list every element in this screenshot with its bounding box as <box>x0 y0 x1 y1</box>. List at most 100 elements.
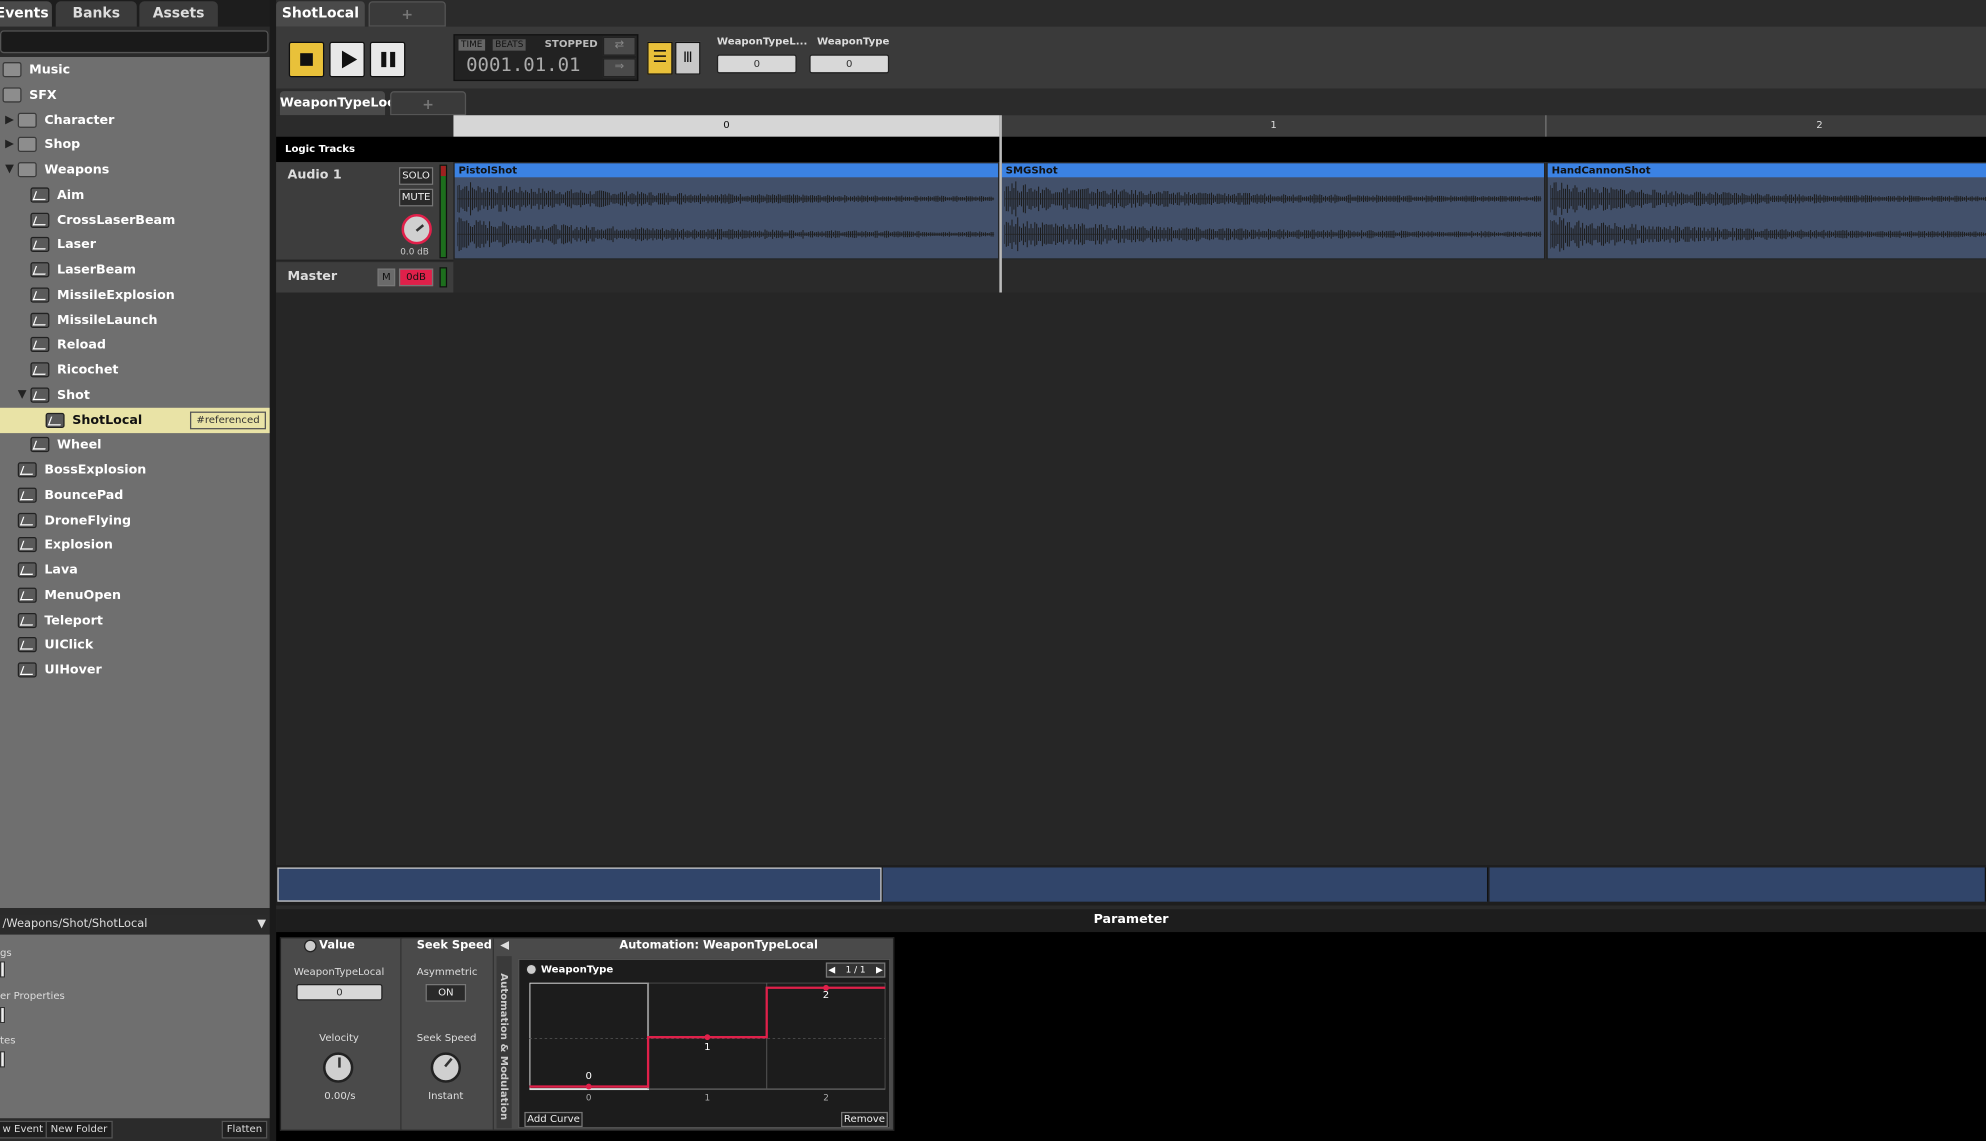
add-tab-button[interactable]: + <box>368 1 446 27</box>
browser-bottombar: w Event New Folder Flatten <box>0 1119 270 1141</box>
ruler-label-0: 0 <box>723 119 730 131</box>
timeline-ruler[interactable]: 0 1 2 <box>453 115 1986 137</box>
track-name: Audio 1 <box>287 168 342 183</box>
overview-scrollbar[interactable] <box>276 864 1986 906</box>
tree-item[interactable]: Weapons <box>17 158 110 182</box>
event-icon <box>30 237 50 253</box>
automation-header: Automation: WeaponTypeLocal <box>619 939 818 953</box>
tree-item[interactable]: MenuOpen <box>17 583 121 607</box>
track-master[interactable]: Master M 0dB <box>276 262 454 293</box>
tab-assets[interactable]: Assets <box>139 1 218 27</box>
flatten-button[interactable]: Flatten <box>221 1120 268 1139</box>
stop-button[interactable] <box>288 41 325 78</box>
props-toggle-3[interactable] <box>0 1051 6 1068</box>
next-icon[interactable]: ▶ <box>876 964 883 977</box>
curve-x-tick: 0 <box>586 1094 592 1102</box>
tree-item-label: BouncePad <box>44 488 124 503</box>
tree-item[interactable]: Lava <box>17 558 78 582</box>
loop-icon[interactable]: ⇄ <box>602 36 636 56</box>
tree-item[interactable]: LaserBeam <box>30 258 136 282</box>
time-mode-button[interactable]: TIME <box>458 39 485 51</box>
instrument-handcannonshot[interactable]: HandCannonShot <box>1546 162 1986 260</box>
audio-1-lane[interactable]: PistolShot SMGShot HandCannonShot <box>453 162 1986 261</box>
props-toggle-2[interactable] <box>0 1006 6 1024</box>
list-view-icon[interactable]: ☰ <box>647 41 673 75</box>
tree-item[interactable]: CrossLaserBeam <box>30 208 175 232</box>
tree-item[interactable]: DroneFlying <box>17 508 132 532</box>
volume-knob[interactable] <box>401 214 432 245</box>
overview-viewport[interactable] <box>277 867 882 902</box>
tree-item[interactable]: BossExplosion <box>17 458 146 482</box>
tree-item[interactable]: Ricochet <box>30 358 118 382</box>
tree-item[interactable]: Reload <box>30 333 106 357</box>
track-editor-area[interactable] <box>276 292 1986 865</box>
add-curve-button[interactable]: Add Curve <box>524 1111 583 1128</box>
tree-item[interactable]: Shot <box>30 383 90 407</box>
instrument-pistolshot[interactable]: PistolShot <box>453 162 1000 260</box>
curve-point[interactable] <box>585 1083 592 1090</box>
automation-curve[interactable]: 0 1 2 0 1 2 <box>529 982 886 1102</box>
param-value-2[interactable]: 0 <box>809 54 890 74</box>
collapse-arrow-icon[interactable]: ◀ <box>500 940 509 953</box>
solo-button[interactable]: SOLO <box>398 167 434 185</box>
expand-down-icon[interactable]: ▼ <box>18 388 27 401</box>
tab-shotlocal[interactable]: ShotLocal <box>276 1 365 27</box>
curve-point[interactable] <box>704 1034 711 1041</box>
add-parameter-tab-button[interactable]: + <box>390 91 467 116</box>
instrument-smgshot[interactable]: SMGShot <box>1000 162 1546 260</box>
tree-item[interactable]: ShotLocal <box>45 408 143 432</box>
new-folder-button[interactable]: New Folder <box>45 1120 113 1139</box>
param-value-1[interactable]: 0 <box>716 54 797 74</box>
expand-right-icon[interactable]: ▶ <box>5 138 14 151</box>
seek-speed-knob[interactable] <box>430 1052 462 1083</box>
tree-item[interactable]: Music <box>2 58 70 82</box>
tree-item[interactable]: UIClick <box>17 634 94 658</box>
param-name-1: WeaponTypeL... <box>716 35 808 47</box>
tree-item[interactable]: BouncePad <box>17 483 124 507</box>
tree-item[interactable]: Teleport <box>17 609 103 633</box>
tab-events[interactable]: Events <box>0 1 52 27</box>
tree-item[interactable]: Laser <box>30 233 96 257</box>
tree-item[interactable]: Explosion <box>17 533 113 557</box>
mixer-view-icon[interactable]: Ⅲ <box>675 41 701 75</box>
pause-button[interactable] <box>369 41 406 78</box>
tree-item[interactable]: MissileLaunch <box>30 308 157 332</box>
expand-down-icon[interactable]: ▼ <box>5 163 14 176</box>
tab-banks[interactable]: Banks <box>55 1 137 27</box>
master-mute-button[interactable]: M <box>377 268 396 287</box>
track-audio-1[interactable]: Audio 1 SOLO MUTE 0.0 dB <box>276 162 454 261</box>
tab-weapontypelocal[interactable]: WeaponTypeLocal <box>279 91 408 116</box>
follow-playhead-icon[interactable]: ⇒ <box>602 58 636 78</box>
playhead[interactable] <box>999 115 1002 293</box>
tree-item-label: Shop <box>44 138 81 153</box>
remove-curve-button[interactable]: Remove <box>841 1111 888 1128</box>
param-value-field[interactable]: 0 <box>296 983 383 1001</box>
chevron-down-icon[interactable]: ▼ <box>257 914 266 934</box>
prev-icon[interactable]: ◀ <box>828 964 835 977</box>
tree-item[interactable]: UIHover <box>17 659 102 683</box>
play-icon <box>341 50 358 69</box>
value-header: Value <box>319 939 355 953</box>
tree-item-label: Teleport <box>44 613 103 628</box>
properties-panel: gs er Properties tes <box>0 934 270 1119</box>
master-volume[interactable]: 0dB <box>398 268 434 287</box>
automation-curve-panel: WeaponType ◀ 1 / 1 ▶ 0 1 2 0 1 2 Add Curve Re… <box>518 958 891 1129</box>
props-toggle-1[interactable] <box>0 961 6 978</box>
tree-item[interactable]: Character <box>17 108 115 132</box>
expand-right-icon[interactable]: ▶ <box>5 113 14 126</box>
tree-item[interactable]: SFX <box>2 83 57 107</box>
tree-item[interactable]: Aim <box>30 183 84 207</box>
add-tab-label: + <box>401 6 414 23</box>
tree-item[interactable]: Shop <box>17 133 81 157</box>
tree-item[interactable]: Wheel <box>30 433 102 457</box>
beats-mode-button[interactable]: BEATS <box>492 39 526 51</box>
play-button[interactable] <box>329 41 365 78</box>
velocity-knob[interactable] <box>322 1052 354 1083</box>
curve-pager[interactable]: ◀ 1 / 1 ▶ <box>825 962 886 978</box>
tree-item-label: DroneFlying <box>44 513 132 528</box>
browser-search-input[interactable] <box>0 30 269 54</box>
new-event-button[interactable]: w Event <box>0 1120 49 1139</box>
mute-button[interactable]: MUTE <box>398 188 434 207</box>
tree-item[interactable]: MissileExplosion <box>30 283 175 307</box>
asymmetric-toggle[interactable]: ON <box>425 983 467 1002</box>
